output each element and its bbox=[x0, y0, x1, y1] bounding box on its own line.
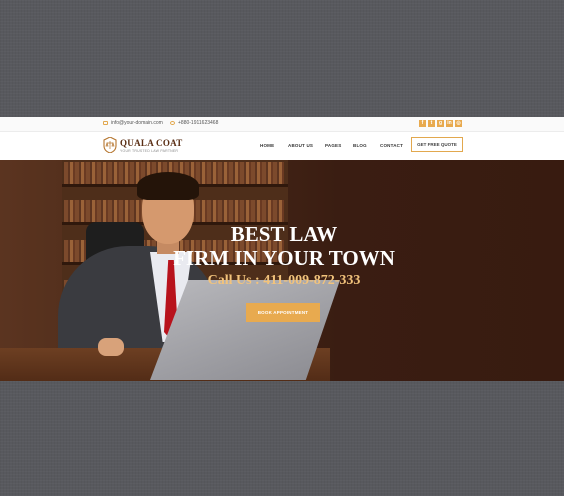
brand-name[interactable]: QUALA COAT bbox=[120, 138, 183, 148]
email-contact[interactable]: info@your-domain.com bbox=[103, 120, 163, 126]
google-plus-icon[interactable]: g bbox=[437, 120, 444, 127]
email-text: info@your-domain.com bbox=[111, 120, 163, 126]
site-header: QUALA COAT YOUR TRUSTED LAW PARTNER HOME… bbox=[0, 132, 564, 160]
social-links: f t g in ◎ bbox=[419, 120, 462, 127]
website-preview: info@your-domain.com +880-1911623468 f t… bbox=[0, 117, 564, 381]
hero-title-line2: FIRM IN YOUR TOWN bbox=[173, 246, 395, 270]
get-free-quote-button[interactable]: GET FREE QUOTE bbox=[411, 137, 463, 152]
instagram-icon[interactable]: ◎ bbox=[455, 120, 462, 127]
hand-on-mouse-image bbox=[98, 338, 124, 356]
twitter-icon[interactable]: t bbox=[428, 120, 435, 127]
nav-home[interactable]: HOME bbox=[260, 143, 274, 148]
phone-icon bbox=[170, 121, 175, 125]
facebook-icon[interactable]: f bbox=[419, 120, 426, 127]
nav-pages[interactable]: PAGES bbox=[325, 143, 341, 148]
top-bar: info@your-domain.com +880-1911623468 f t… bbox=[0, 117, 564, 132]
nav-contact[interactable]: CONTACT bbox=[380, 143, 403, 148]
phone-contact[interactable]: +880-1911623468 bbox=[170, 120, 218, 126]
nav-blog[interactable]: BLOG bbox=[353, 143, 367, 148]
hero-banner: BEST LAW FIRM IN YOUR TOWN Call Us : 411… bbox=[0, 160, 564, 381]
phone-text: +880-1911623468 bbox=[178, 120, 219, 126]
lawyer-hair-image bbox=[137, 172, 199, 200]
envelope-icon bbox=[103, 121, 108, 125]
brand-tagline: YOUR TRUSTED LAW PARTNER bbox=[120, 149, 179, 153]
nav-about-us[interactable]: ABOUT US bbox=[288, 143, 313, 148]
linkedin-icon[interactable]: in bbox=[446, 120, 453, 127]
shield-logo-icon[interactable] bbox=[103, 137, 117, 153]
book-appointment-button[interactable]: BOOK APPOINTMENT bbox=[246, 303, 320, 322]
hero-phone: Call Us : 411-009-872-333 bbox=[207, 273, 361, 288]
hero-title-line1: BEST LAW bbox=[230, 222, 338, 246]
